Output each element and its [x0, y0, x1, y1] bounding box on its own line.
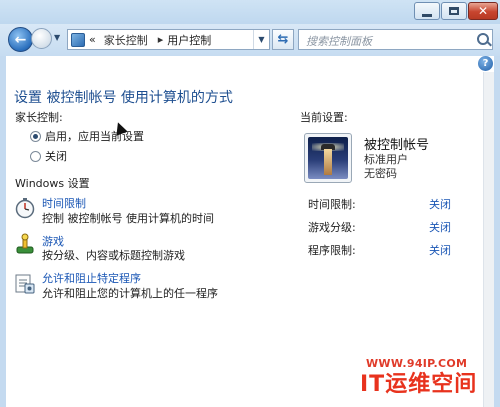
maximize-button[interactable] — [441, 2, 467, 20]
minimize-icon — [422, 13, 432, 17]
time-limits-status-value[interactable]: 关闭 — [429, 196, 451, 212]
refresh-button[interactable]: ⇆ — [272, 29, 294, 50]
password-status: 无密码 — [364, 167, 397, 180]
search-input[interactable]: 搜索控制面板 — [298, 29, 493, 50]
time-limits-link[interactable]: 时间限制 — [42, 195, 86, 211]
radio-button-selected[interactable] — [30, 130, 41, 142]
recent-pages-dropdown[interactable]: ▼ — [54, 33, 64, 43]
minimize-button[interactable] — [414, 2, 440, 20]
time-limits-description: 控制 被控制帐号 使用计算机的时间 — [42, 212, 214, 225]
back-arrow-icon: ← — [14, 31, 27, 48]
search-placeholder: 搜索控制面板 — [306, 35, 372, 48]
breadcrumb-item-user-controls[interactable]: 用户控制 — [167, 32, 211, 48]
avatar — [308, 137, 348, 179]
program-limits-status-label: 程序限制: — [308, 244, 356, 257]
program-list-icon — [15, 274, 35, 294]
current-settings-label: 当前设置: — [300, 111, 348, 124]
scrollbar[interactable] — [483, 72, 494, 407]
address-bar[interactable]: « 家长控制 ▸ 用户控制 ▼ — [67, 29, 270, 50]
window-frame — [0, 56, 500, 407]
help-button[interactable]: ? — [478, 56, 493, 71]
close-icon: ✕ — [477, 4, 489, 18]
allow-block-programs-description: 允许和阻止您的计算机上的任一程序 — [42, 287, 218, 300]
control-panel-icon — [71, 32, 85, 47]
windows-settings-label: Windows 设置 — [15, 177, 90, 190]
radio-option-enable-label[interactable]: 启用，应用当前设置 — [45, 128, 144, 144]
user-picture-frame — [304, 133, 352, 183]
time-limits-status-label: 时间限制: — [308, 198, 356, 211]
page-title: 设置 被控制帐号 使用计算机的方式 — [14, 90, 233, 106]
games-description: 按分级、内容或标题控制游戏 — [42, 249, 185, 262]
lighthouse-icon — [324, 149, 332, 175]
refresh-icon: ⇆ — [277, 32, 289, 47]
watermark-title: IT运维空间 — [360, 372, 478, 397]
close-button[interactable]: ✕ — [468, 2, 498, 20]
radio-option-off-label[interactable]: 关闭 — [45, 148, 67, 164]
back-button[interactable]: ← — [8, 27, 33, 52]
allow-block-programs-link[interactable]: 允许和阻止特定程序 — [42, 270, 141, 286]
stopwatch-icon — [15, 198, 35, 219]
navigation-bar: ← ▼ « 家长控制 ▸ 用户控制 ▼ ⇆ 搜索控制面板 — [0, 24, 500, 56]
search-icon[interactable] — [477, 33, 489, 45]
breadcrumb-prefix[interactable]: « — [89, 33, 96, 46]
game-ratings-status-label: 游戏分级: — [308, 221, 356, 234]
breadcrumb-separator[interactable]: ▸ — [158, 33, 164, 46]
program-limits-status-value[interactable]: 关闭 — [429, 242, 451, 258]
breadcrumb-item-parental-controls[interactable]: 家长控制 — [104, 32, 148, 48]
radio-button[interactable] — [30, 150, 41, 162]
game-ratings-status-value[interactable]: 关闭 — [429, 219, 451, 235]
forward-button[interactable] — [31, 28, 52, 49]
radio-option-off[interactable]: 关闭 — [30, 148, 67, 164]
game-controller-icon — [16, 233, 34, 254]
maximize-icon — [449, 7, 459, 15]
parental-controls-label: 家长控制: — [15, 111, 63, 124]
watermark-url: WWW.94IP.COM — [366, 357, 468, 370]
address-dropdown-button[interactable]: ▼ — [253, 30, 269, 49]
